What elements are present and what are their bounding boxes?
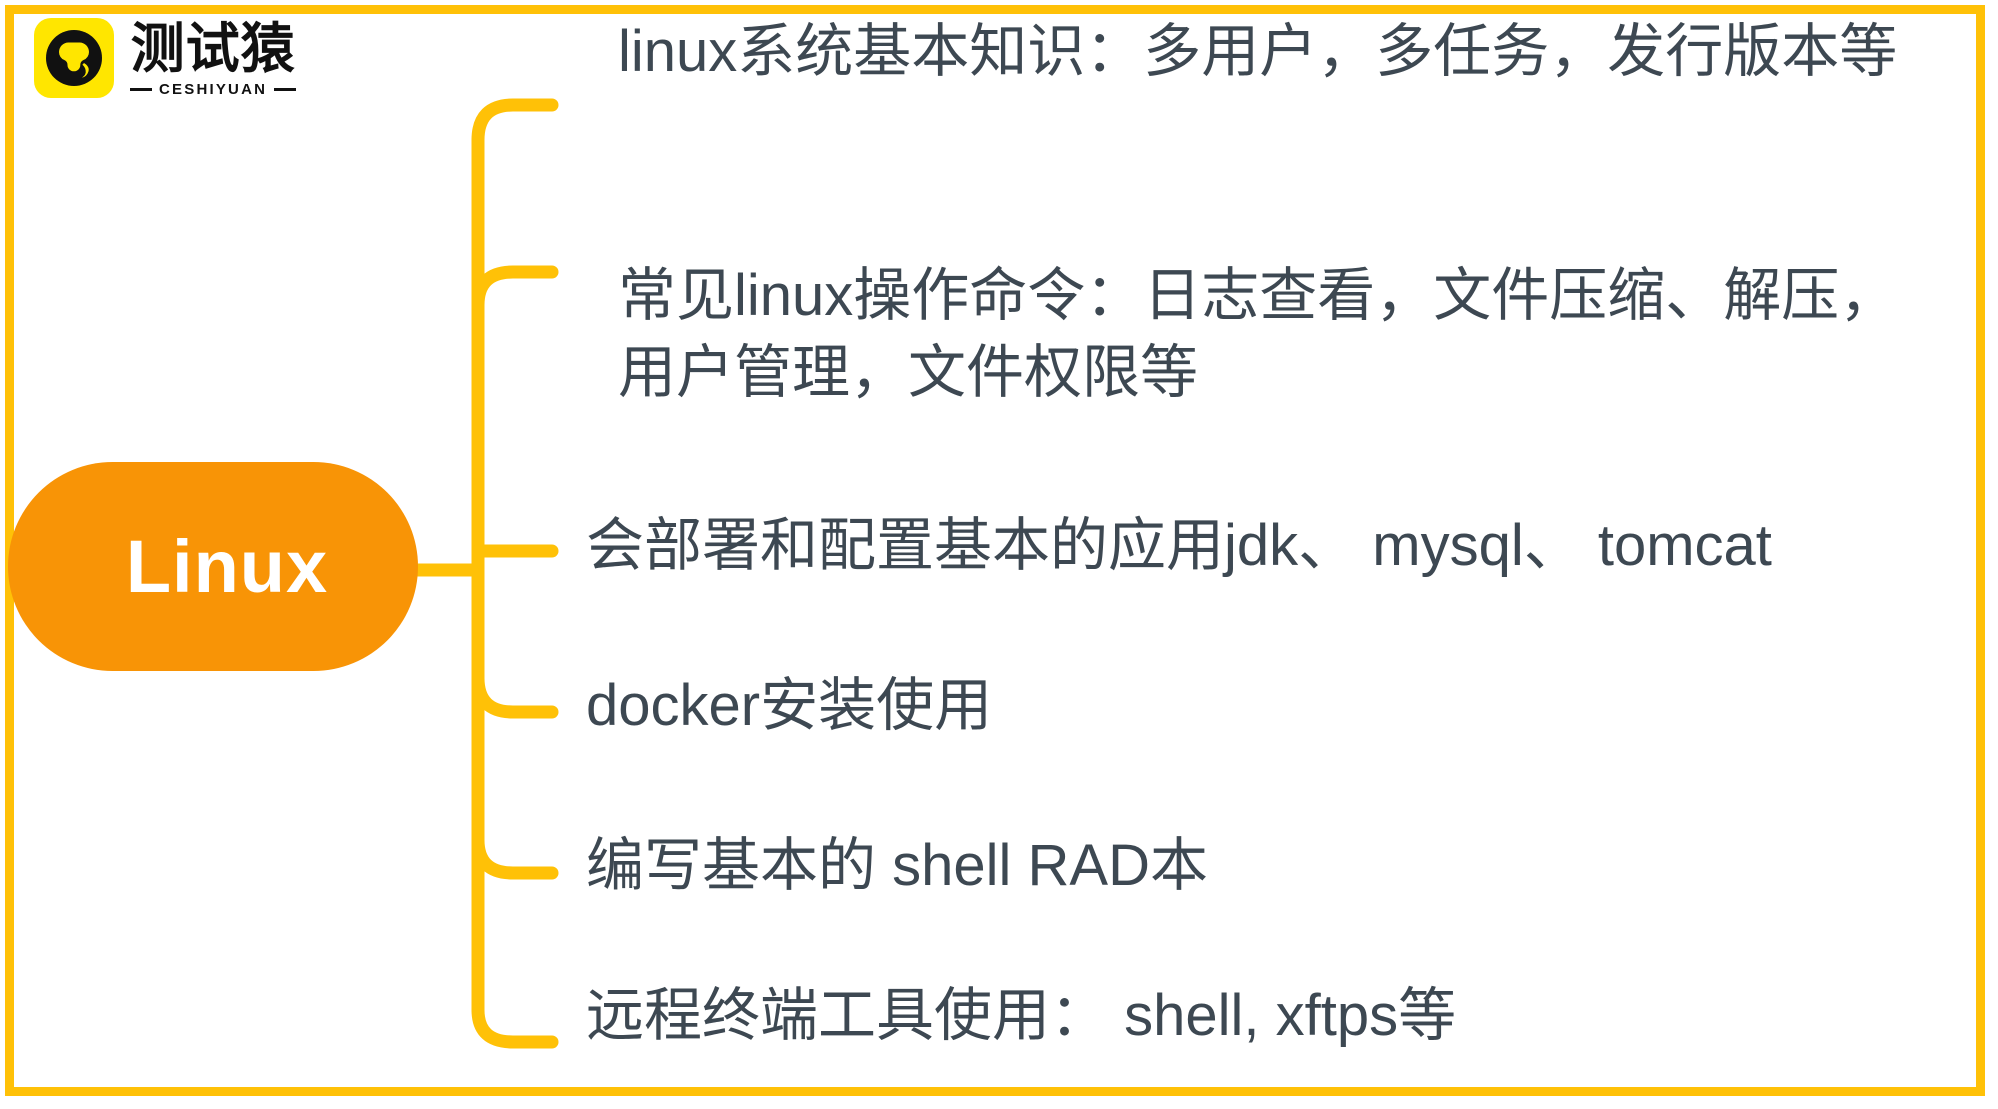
branch-item-4[interactable]: docker安装使用 [586, 668, 1966, 745]
rule-right-decoration [274, 88, 297, 92]
brand-name-cn: 测试猿 [130, 19, 296, 79]
connector-branch-5 [471, 833, 559, 880]
branch-item-2[interactable]: 常见linux操作命令：日志查看，文件压缩、解压，用户管理，文件权限等 [618, 258, 1948, 411]
branch-item-5[interactable]: 编写基本的 shell RAD本 [586, 828, 1966, 905]
root-node-linux[interactable]: Linux [8, 462, 418, 671]
root-node-label: Linux [125, 524, 329, 608]
brand-logo: 测试猿 CESHIYUAN [34, 18, 297, 99]
brand-wordmark: 测试猿 CESHIYUAN [130, 18, 297, 99]
connector-branch-2 [471, 265, 559, 312]
connector-branch-4 [471, 671, 559, 719]
rule-left-decoration [130, 88, 152, 92]
brand-name-en: CESHIYUAN [159, 81, 268, 99]
brand-name-en-wrap: CESHIYUAN [130, 81, 297, 99]
monkey-face-icon [34, 18, 114, 98]
mindmap-canvas: 测试猿 CESHIYUAN Linux linux系统基本知识：多用户，多任务，… [0, 0, 1998, 1109]
branch-item-3[interactable]: 会部署和配置基本的应用jdk、 mysql、 tomcat [586, 508, 1966, 585]
connector-branch-1 [471, 98, 559, 147]
branch-item-6[interactable]: 远程终端工具使用： shell, xftps等 [586, 978, 1966, 1055]
connector-branch-6 [471, 1003, 559, 1049]
branch-item-1[interactable]: linux系统基本知识：多用户，多任务，发行版本等 [618, 14, 1948, 91]
